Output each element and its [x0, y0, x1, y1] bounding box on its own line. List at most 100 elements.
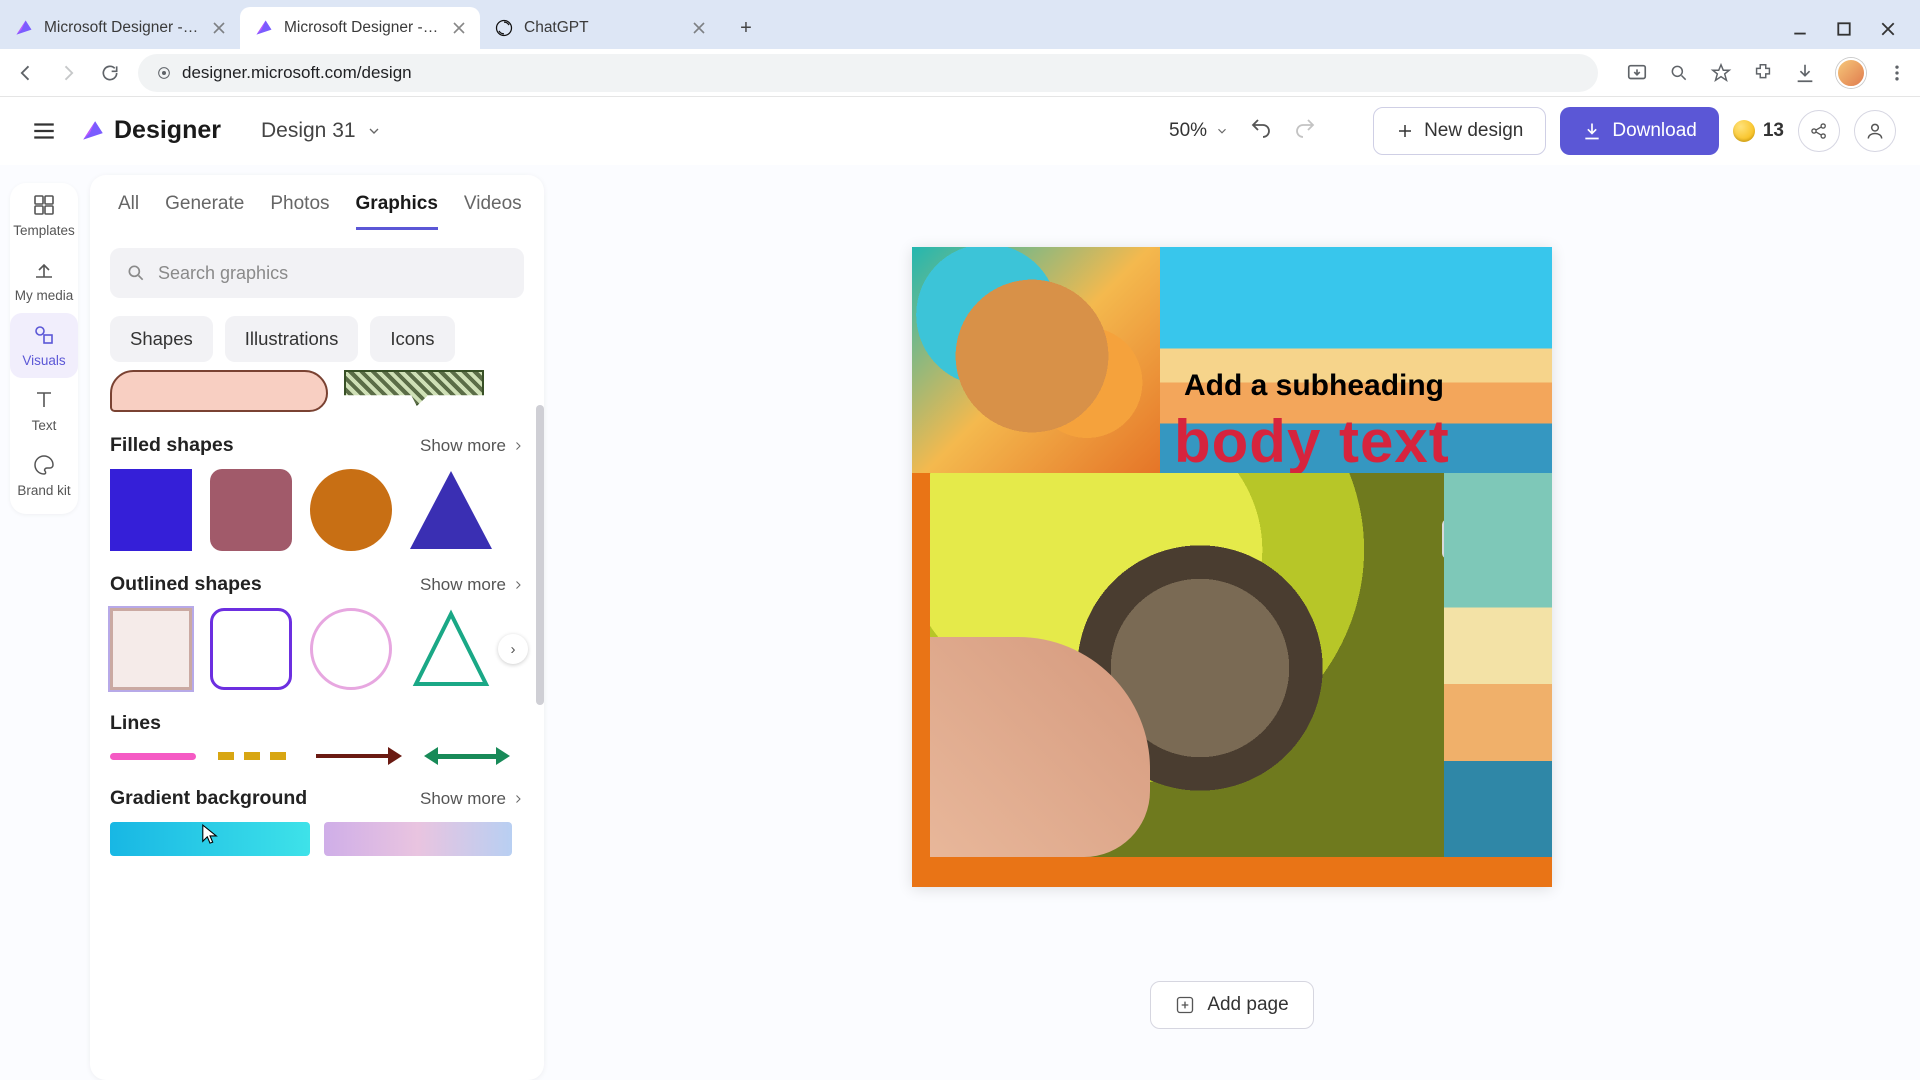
- palette-icon: [32, 453, 56, 477]
- chevron-right-icon: [512, 793, 524, 805]
- search-icon: [126, 263, 146, 283]
- workspace: Templates My media Visuals Text Brand ki…: [0, 165, 1920, 1080]
- new-design-button[interactable]: New design: [1373, 107, 1546, 155]
- line-solid[interactable]: [110, 753, 196, 760]
- download-button[interactable]: Download: [1560, 107, 1719, 155]
- show-more-gradient[interactable]: Show more: [420, 789, 524, 809]
- extensions-icon[interactable]: [1752, 62, 1774, 84]
- chip-shapes[interactable]: Shapes: [110, 316, 213, 362]
- add-page-label: Add page: [1207, 994, 1288, 1016]
- search-graphics-input[interactable]: Search graphics: [110, 248, 524, 298]
- close-icon[interactable]: [692, 21, 706, 35]
- left-rail: Templates My media Visuals Text Brand ki…: [0, 165, 88, 1080]
- design-name-dropdown[interactable]: Design 31: [261, 119, 382, 143]
- tab-photos[interactable]: Photos: [270, 193, 329, 230]
- canvas-body-text[interactable]: body text: [1174, 407, 1450, 476]
- canvas-subheading-text[interactable]: Add a subheading: [1184, 369, 1444, 403]
- speech-bubble-shape[interactable]: [110, 370, 328, 412]
- close-icon[interactable]: [212, 21, 226, 35]
- download-icon: [1582, 121, 1602, 141]
- scrollbar-thumb[interactable]: [536, 405, 544, 705]
- window-controls: [1792, 21, 1920, 49]
- chip-icons[interactable]: Icons: [370, 316, 454, 362]
- bookmark-icon[interactable]: [1710, 62, 1732, 84]
- canvas-image-dog-cartoon[interactable]: [912, 247, 1162, 473]
- chatgpt-favicon-icon: [494, 18, 514, 38]
- forward-button[interactable]: [54, 59, 82, 87]
- site-info-icon: [156, 65, 172, 81]
- zoom-icon[interactable]: [1668, 62, 1690, 84]
- canvas-image-dog-photo[interactable]: [930, 473, 1444, 857]
- browser-tab-active[interactable]: Microsoft Designer - Stunning: [240, 7, 480, 49]
- panel-scroll-area[interactable]: Filled shapes Show more Outlined shapes …: [90, 370, 544, 1080]
- speech-bubble-hatched-shape[interactable]: [344, 370, 484, 406]
- tab-graphics[interactable]: Graphics: [356, 193, 438, 230]
- tab-title: Microsoft Designer - Stunning: [284, 19, 442, 37]
- browser-tab[interactable]: ChatGPT: [480, 7, 720, 49]
- show-more-filled[interactable]: Show more: [420, 436, 524, 456]
- rail-text[interactable]: Text: [10, 378, 78, 443]
- tab-videos[interactable]: Videos: [464, 193, 522, 230]
- hamburger-menu-button[interactable]: [24, 111, 64, 151]
- gradient-pastel[interactable]: [324, 822, 512, 856]
- tab-title: ChatGPT: [524, 19, 682, 37]
- section-lines-title: Lines: [110, 712, 161, 735]
- upload-icon: [32, 258, 56, 282]
- outlined-square-shape[interactable]: [110, 608, 192, 690]
- line-double-arrow[interactable]: [424, 747, 510, 765]
- tab-all[interactable]: All: [118, 193, 139, 230]
- outlined-triangle-shape[interactable]: [410, 608, 492, 690]
- share-button[interactable]: [1798, 110, 1840, 152]
- line-dashed[interactable]: [218, 752, 294, 760]
- reload-button[interactable]: [96, 59, 124, 87]
- coin-icon: [1733, 120, 1755, 142]
- design-canvas[interactable]: Add a subheading body text g: [912, 247, 1552, 887]
- app-name: Designer: [114, 116, 221, 145]
- zoom-dropdown[interactable]: 50%: [1169, 120, 1229, 142]
- undo-button[interactable]: [1249, 116, 1273, 145]
- browser-menu-icon[interactable]: [1886, 62, 1908, 84]
- outlined-rounded-square-shape[interactable]: [210, 608, 292, 690]
- credits-badge[interactable]: 13: [1733, 120, 1784, 142]
- url-text: designer.microsoft.com/design: [182, 63, 412, 83]
- chevron-down-icon: [366, 123, 382, 139]
- tab-generate[interactable]: Generate: [165, 193, 244, 230]
- redo-button[interactable]: [1293, 116, 1317, 145]
- rail-mymedia[interactable]: My media: [10, 248, 78, 313]
- new-tab-button[interactable]: +: [728, 10, 764, 46]
- browser-tab-strip: Microsoft Designer - Stunning Microsoft …: [0, 0, 1920, 49]
- chip-illustrations[interactable]: Illustrations: [225, 316, 359, 362]
- show-more-outlined[interactable]: Show more: [420, 575, 524, 595]
- text-icon: [32, 388, 56, 412]
- account-button[interactable]: [1854, 110, 1896, 152]
- gradient-cyan[interactable]: [110, 822, 310, 856]
- canvas-image-beach-strip[interactable]: [1444, 473, 1552, 857]
- profile-avatar[interactable]: [1836, 58, 1866, 88]
- chevron-right-icon: [512, 579, 524, 591]
- rail-brandkit[interactable]: Brand kit: [10, 443, 78, 508]
- design-name-text: Design 31: [261, 119, 356, 143]
- maximize-icon[interactable]: [1836, 21, 1852, 37]
- canvas-area[interactable]: Add a subheading body text g Add page: [544, 165, 1920, 1080]
- close-icon[interactable]: [452, 21, 466, 35]
- outlined-circle-shape[interactable]: [310, 608, 392, 690]
- browser-tab[interactable]: Microsoft Designer - Stunning: [0, 7, 240, 49]
- install-app-icon[interactable]: [1626, 62, 1648, 84]
- address-bar: designer.microsoft.com/design: [0, 49, 1920, 97]
- add-page-button[interactable]: Add page: [1150, 981, 1313, 1029]
- filled-circle-shape[interactable]: [310, 469, 392, 551]
- back-button[interactable]: [12, 59, 40, 87]
- window-close-icon[interactable]: [1880, 21, 1896, 37]
- carousel-next-button[interactable]: ›: [498, 634, 528, 664]
- downloads-icon[interactable]: [1794, 62, 1816, 84]
- filled-square-shape[interactable]: [110, 469, 192, 551]
- app-logo[interactable]: Designer: [80, 116, 221, 145]
- filled-triangle-shape[interactable]: [410, 471, 492, 549]
- rail-visuals[interactable]: Visuals: [10, 313, 78, 378]
- minimize-icon[interactable]: [1792, 21, 1808, 37]
- filled-rounded-square-shape[interactable]: [210, 469, 292, 551]
- line-arrow[interactable]: [316, 747, 402, 765]
- rail-templates[interactable]: Templates: [10, 183, 78, 248]
- section-filled-shapes-title: Filled shapes: [110, 434, 234, 457]
- url-field[interactable]: designer.microsoft.com/design: [138, 54, 1598, 92]
